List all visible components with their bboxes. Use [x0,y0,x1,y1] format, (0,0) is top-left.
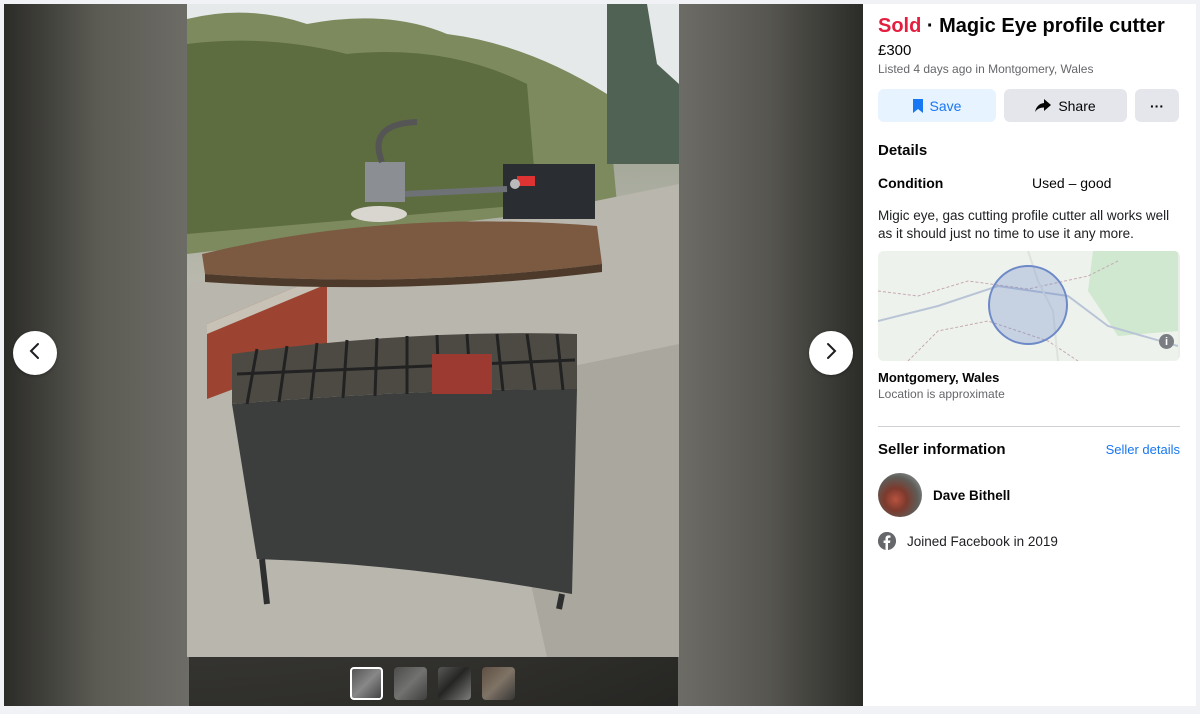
chevron-left-icon [28,342,42,365]
photo-thumbnail[interactable] [394,667,427,700]
save-button[interactable]: Save [878,89,996,122]
location-map[interactable]: i [878,251,1180,361]
save-label: Save [929,97,962,114]
chevron-right-icon [824,342,838,365]
details-heading: Details [878,142,928,159]
listing-meta: Listed 4 days ago in Montgomery, Wales [878,62,1094,76]
share-arrow-icon [1035,98,1052,113]
location-name: Montgomery, Wales [878,370,1000,385]
seller-name[interactable]: Dave Bithell [933,488,1010,503]
listing-price: £300 [878,42,912,59]
listing-actions: Save Share ··· [878,89,1180,122]
seller-details-link[interactable]: Seller details [1106,442,1180,457]
listing-title: Sold · Magic Eye profile cutter [878,14,1180,39]
photo-gallery [4,4,863,706]
bookmark-icon [912,98,923,113]
joined-facebook-row: Joined Facebook in 2019 [878,532,1180,550]
sold-label: Sold [878,15,922,37]
marketplace-listing: Sold · Magic Eye profile cutter £300 Lis… [4,4,1196,706]
previous-photo-button[interactable] [13,331,57,375]
seller-info-heading: Seller information [878,441,1006,458]
condition-value: Used – good [1032,175,1112,191]
more-dots-icon: ··· [1150,97,1164,114]
seller-profile: Dave Bithell [878,473,1180,517]
photo-thumbnail[interactable] [482,667,515,700]
more-options-button[interactable]: ··· [1135,89,1179,122]
map-info-icon[interactable]: i [1159,334,1174,349]
share-button[interactable]: Share [1004,89,1127,122]
joined-text: Joined Facebook in 2019 [907,533,1058,549]
share-label: Share [1058,97,1096,114]
condition-key: Condition [878,175,944,191]
seller-avatar[interactable] [878,473,922,517]
main-listing-photo [187,4,679,657]
title-separator: · [921,15,940,37]
seller-header: Seller information Seller details [878,441,1180,458]
condition-row: Condition Used – good [878,175,1180,191]
divider [878,426,1180,427]
listing-sidebar: Sold · Magic Eye profile cutter £300 Lis… [863,4,1196,706]
photo-thumbnail[interactable] [350,667,383,700]
photo-thumbnail[interactable] [438,667,471,700]
listing-title-text: Magic Eye profile cutter [939,15,1165,37]
next-photo-button[interactable] [809,331,853,375]
listing-description: Migic eye, gas cutting profile cutter al… [878,208,1170,241]
location-note: Location is approximate [878,387,1005,401]
photo-thumbnail-strip [350,667,515,700]
facebook-icon [878,532,896,550]
